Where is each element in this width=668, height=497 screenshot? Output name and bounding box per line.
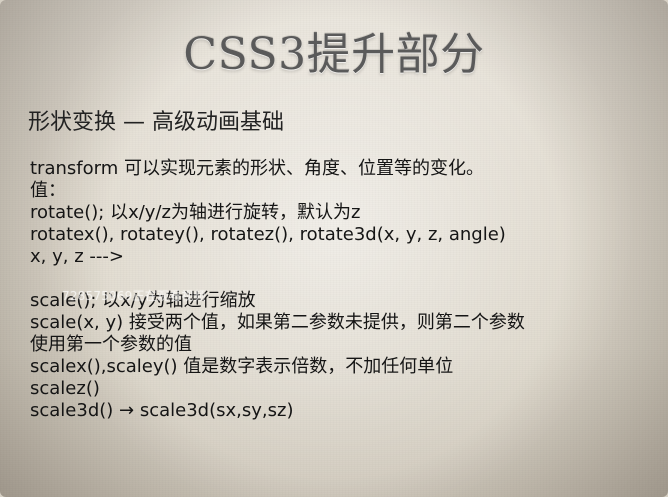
content-line-11: scalez() [30, 378, 100, 399]
content-line-12: scale3d() → scale3d(sx,sy,sz) [30, 400, 294, 421]
content-line-3: rotate(); 以x/y/z为轴进行旋转，默认为z [30, 202, 361, 223]
content-line-1: transform 可以实现元素的形状、角度、位置等的变化。 [30, 158, 484, 179]
slide-subtitle: 形状变换 — 高级动画基础 [28, 110, 284, 135]
content-line-8: scale(x, y) 接受两个值，如果第二参数未提供，则第二个参数 [30, 312, 525, 333]
viewer-watermark: 728575969正在观看视频 [62, 289, 206, 303]
content-line-9: 使用第一个参数的值 [30, 334, 192, 355]
content-line-5: x, y, z ---> [30, 246, 124, 267]
slide-title: CSS3提升部分 [183, 29, 485, 80]
content-line-10: scalex(),scaley() 值是数字表示倍数，不加任何单位 [30, 356, 454, 377]
content-line-2: 值： [30, 180, 66, 201]
content-line-4: rotatex(), rotatey(), rotatez(), rotate3… [30, 224, 506, 245]
